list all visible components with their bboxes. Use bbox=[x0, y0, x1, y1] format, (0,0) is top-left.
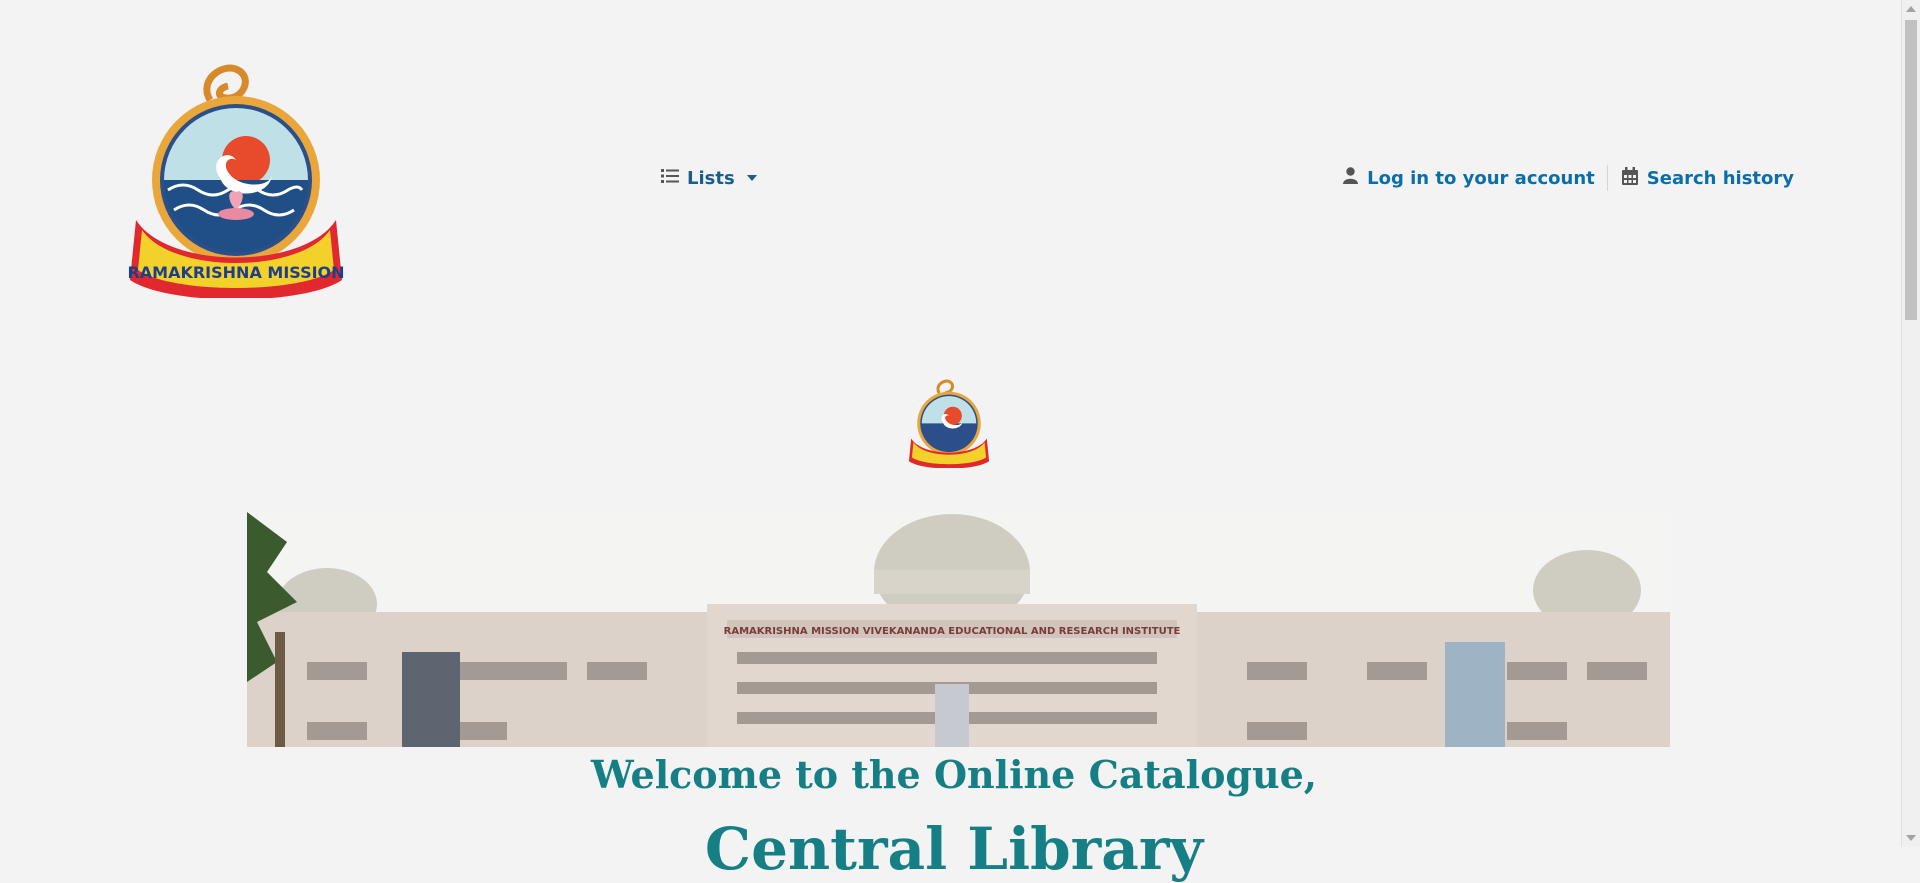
lists-menu-button[interactable]: Lists bbox=[661, 166, 757, 190]
ramakrishna-mission-logo[interactable]: RAMAKRISHNA MISSION bbox=[127, 60, 345, 300]
user-links: Log in to your account Search history bbox=[1343, 165, 1794, 191]
logo-text: RAMAKRISHNA MISSION bbox=[128, 263, 344, 282]
library-heading: Central Library bbox=[704, 815, 1204, 883]
scroll-down-arrow-icon[interactable] bbox=[1906, 835, 1916, 841]
list-icon bbox=[661, 168, 679, 189]
chevron-down-icon bbox=[746, 175, 757, 181]
search-history-label: Search history bbox=[1646, 167, 1794, 189]
building-sign: RAMAKRISHNA MISSION VIVEKANANDA EDUCATIO… bbox=[724, 626, 1181, 637]
lists-label: Lists bbox=[687, 167, 735, 189]
welcome-heading: Welcome to the Online Catalogue, bbox=[590, 752, 1318, 797]
institute-building-banner: RAMAKRISHNA MISSION VIVEKANANDA EDUCATIO… bbox=[247, 512, 1670, 747]
login-label: Log in to your account bbox=[1367, 167, 1595, 189]
emblem-graphic: RAMAKRISHNA MISSION bbox=[127, 64, 345, 300]
search-history-link[interactable]: Search history bbox=[1621, 166, 1794, 190]
calendar-icon bbox=[1621, 166, 1638, 190]
divider bbox=[1606, 165, 1608, 191]
scroll-up-arrow-icon[interactable] bbox=[1906, 6, 1916, 12]
page-scrollbar[interactable] bbox=[1901, 0, 1920, 847]
login-link[interactable]: Log in to your account bbox=[1343, 167, 1595, 189]
user-icon bbox=[1343, 167, 1359, 189]
small-emblem-logo bbox=[908, 378, 990, 469]
scroll-thumb[interactable] bbox=[1905, 20, 1917, 320]
